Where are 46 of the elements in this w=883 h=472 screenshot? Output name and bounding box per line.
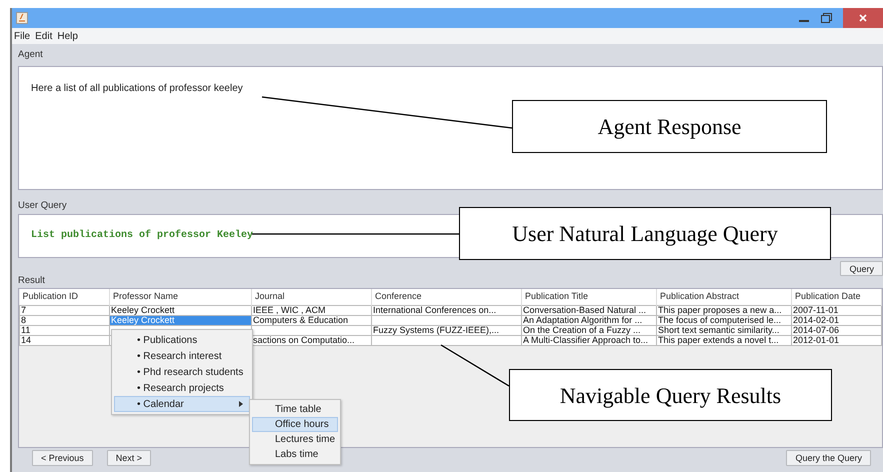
menu-item[interactable]: Edit <box>35 28 52 44</box>
column-header[interactable]: Publication ID <box>20 289 110 305</box>
menu-item[interactable]: Lectures time <box>252 432 338 447</box>
leader-line <box>440 344 510 387</box>
column-header[interactable]: Publication Abstract <box>656 289 792 305</box>
column-header[interactable]: Journal <box>252 289 372 305</box>
menu-item[interactable]: Labs time <box>252 447 338 462</box>
table-cell[interactable]: Keeley Crockett <box>110 305 252 315</box>
table-cell[interactable]: 2007-11-01 <box>792 305 882 315</box>
query-button[interactable]: Query <box>840 261 883 276</box>
table-cell[interactable]: IEEE , WIC , ACM <box>252 305 372 315</box>
menu-item[interactable]: • Research interest <box>114 348 250 364</box>
table-cell[interactable]: 14 <box>20 335 110 345</box>
maximize-icon[interactable] <box>821 13 832 23</box>
menu-item[interactable]: • Research projects <box>114 380 250 396</box>
column-header[interactable]: Conference <box>372 289 522 305</box>
table-cell[interactable]: Conversation-Based Natural ... <box>522 305 656 315</box>
nav-button[interactable]: < Previous <box>32 450 93 466</box>
column-header[interactable]: Publication Date <box>792 289 882 305</box>
table-cell[interactable]: 7 <box>20 305 110 315</box>
section-label: Agent <box>18 48 44 62</box>
menu-item[interactable]: Time table <box>252 402 338 417</box>
response-text: Here a list of all publications of professor keeley <box>31 83 243 94</box>
table-cell[interactable]: 8 <box>20 315 110 325</box>
close-button[interactable] <box>843 8 883 28</box>
app-icon <box>16 12 28 24</box>
section-label: User Query <box>18 199 68 213</box>
table-cell[interactable]: This paper proposes a new a... <box>656 305 792 315</box>
menu-item[interactable]: Help <box>57 28 78 44</box>
nav-button[interactable]: Next > <box>106 450 152 466</box>
table-cell[interactable]: International Conferences on... <box>372 305 522 315</box>
callout-tooltip: Navigable Query Results <box>509 369 832 421</box>
column-header[interactable]: Professor Name <box>110 289 252 305</box>
menu-item[interactable]: • Phd research students <box>114 364 250 380</box>
column-header[interactable]: Publication Title <box>522 289 656 305</box>
nav-button[interactable]: Query the Query <box>786 450 871 466</box>
menu-item[interactable]: File <box>14 28 30 44</box>
menu-item[interactable]: • Publications <box>114 332 250 348</box>
callout-tooltip: User Natural Language Query <box>459 207 831 260</box>
section-label: Result <box>18 276 46 288</box>
minimize-icon[interactable] <box>799 19 809 23</box>
table-cell[interactable]: 11 <box>20 325 110 335</box>
close-icon <box>859 14 867 22</box>
menu-item[interactable]: Office hours <box>252 417 338 432</box>
callout-tooltip: Agent Response <box>512 100 827 153</box>
menu-item[interactable]: • Calendar <box>114 396 250 412</box>
